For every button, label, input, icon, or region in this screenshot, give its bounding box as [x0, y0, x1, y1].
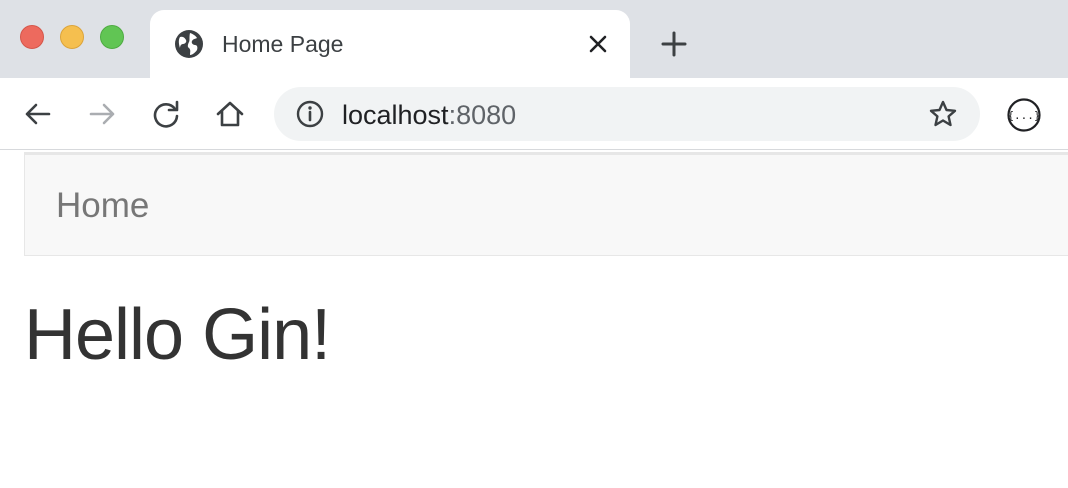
info-icon[interactable]	[296, 100, 324, 128]
page-heading: Hello Gin!	[24, 295, 331, 375]
tab-strip: Home Page	[0, 0, 1068, 78]
url-port: :8080	[448, 100, 517, 130]
arrow-right-icon[interactable]	[86, 98, 118, 130]
window-maximize-button[interactable]	[100, 25, 124, 49]
reload-icon[interactable]	[150, 98, 182, 130]
close-icon[interactable]	[584, 30, 612, 58]
json-formatter-icon[interactable]: {...}	[1006, 97, 1042, 133]
window-close-button[interactable]	[20, 25, 44, 49]
tab-title: Home Page	[222, 31, 344, 57]
window-minimize-button[interactable]	[60, 25, 84, 49]
svg-text:{...}: {...}	[1007, 109, 1040, 122]
star-icon[interactable]	[928, 99, 958, 129]
globe-icon	[175, 30, 203, 58]
url-host: localhost	[342, 100, 449, 130]
address-bar[interactable]: localhost:8080	[274, 87, 980, 141]
browser-toolbar: localhost:8080 {...}	[0, 78, 1068, 150]
url-text[interactable]: localhost:8080	[342, 100, 516, 131]
plus-icon[interactable]	[658, 28, 690, 60]
arrow-left-icon[interactable]	[22, 98, 54, 130]
browser-tab[interactable]: Home Page	[150, 10, 630, 78]
home-icon[interactable]	[214, 98, 246, 130]
navbar: Home	[24, 152, 1068, 256]
navbar-brand-link[interactable]: Home	[56, 186, 149, 226]
